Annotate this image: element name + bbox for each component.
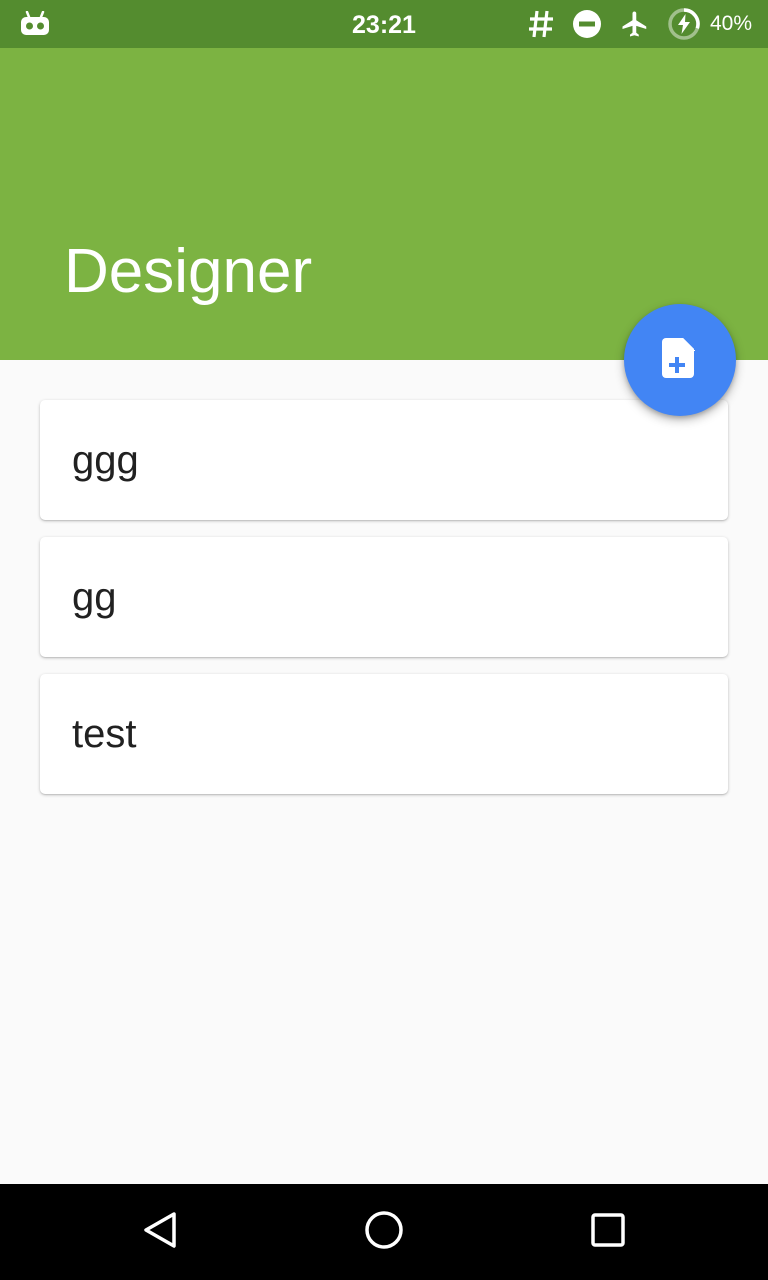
design-list: ggg gg test [40, 400, 728, 811]
recents-button[interactable] [560, 1184, 656, 1280]
battery-charging-icon [668, 8, 700, 40]
do-not-disturb-icon [572, 9, 602, 39]
back-button[interactable] [112, 1184, 208, 1280]
list-item-label: ggg [72, 438, 139, 482]
airplane-mode-icon [620, 9, 650, 39]
back-icon [140, 1210, 180, 1255]
list-item-label: gg [72, 575, 117, 619]
new-document-icon [660, 336, 700, 385]
list-item[interactable]: test [40, 674, 728, 794]
page-title: Designer [64, 237, 313, 306]
home-icon [364, 1210, 404, 1255]
new-document-button[interactable] [624, 304, 736, 416]
home-button[interactable] [336, 1184, 432, 1280]
battery-percent: 40% [709, 12, 752, 35]
recents-icon [590, 1212, 626, 1253]
list-item[interactable]: gg [40, 537, 728, 657]
navigation-bar [0, 1184, 768, 1280]
status-bar: 23:21 40% [0, 0, 768, 48]
hash-icon [528, 9, 554, 39]
status-icons: 40% [510, 0, 752, 48]
screen: 23:21 40% Designer ggg gg test [0, 0, 768, 1280]
list-item-label: test [72, 712, 137, 756]
list-item[interactable]: ggg [40, 400, 728, 520]
